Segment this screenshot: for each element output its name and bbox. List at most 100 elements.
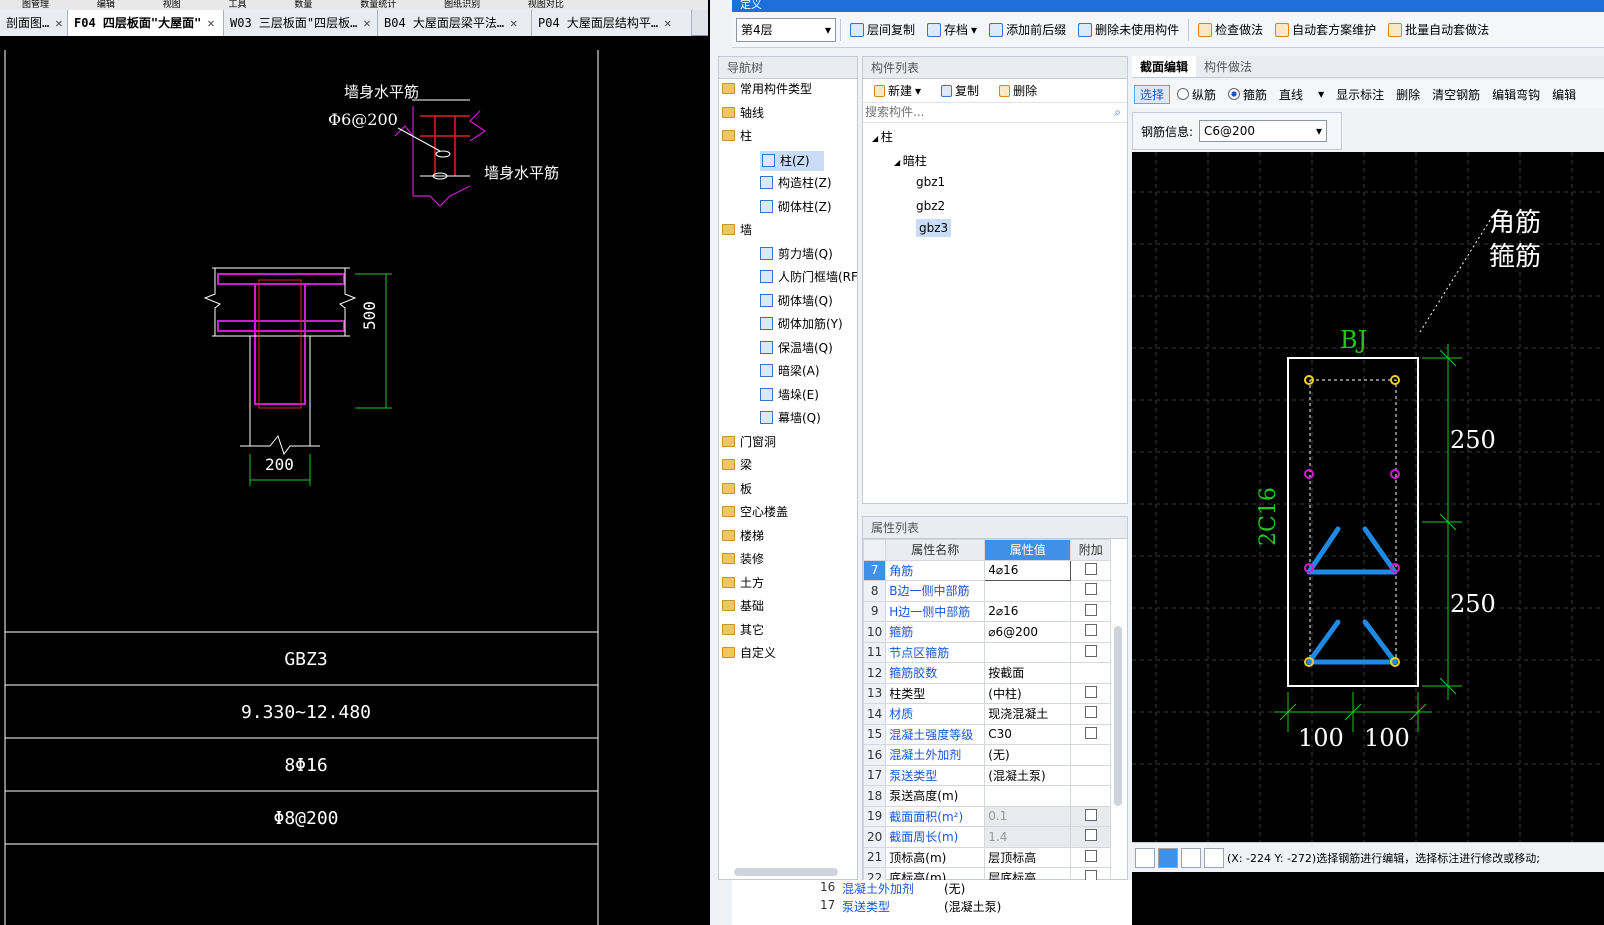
search-icon[interactable]: ⌕: [1114, 105, 1121, 120]
select-button[interactable]: 选择: [1134, 84, 1171, 104]
nav-item[interactable]: 保温墙(Q): [760, 339, 833, 356]
property-value[interactable]: ⌀6@200: [984, 621, 1072, 643]
expand-icon[interactable]: ◢: [872, 134, 881, 143]
property-value[interactable]: 2⌀16: [984, 600, 1072, 622]
auto-scheme-button[interactable]: 自动套方案维护: [1270, 18, 1381, 42]
nav-item[interactable]: 轴线: [722, 104, 764, 121]
component-tree-item[interactable]: ◢ 暗柱: [894, 152, 927, 169]
batch-auto-button[interactable]: 批量自动套做法: [1383, 18, 1494, 42]
nav-item[interactable]: 自定义: [722, 644, 776, 661]
floor-select[interactable]: 第4层 ▾: [736, 17, 836, 42]
nav-item[interactable]: 门窗洞: [722, 433, 776, 450]
delete-button[interactable]: 删除: [1391, 86, 1425, 103]
doc-tab[interactable]: P04 大屋面层结构平… ✕: [532, 10, 692, 36]
checkbox[interactable]: [1084, 624, 1097, 637]
component-tree-item[interactable]: gbz2: [916, 199, 945, 213]
close-icon[interactable]: ✕: [510, 11, 517, 35]
property-value[interactable]: 按截面: [984, 662, 1072, 684]
checkbox[interactable]: [1084, 849, 1097, 862]
stirrup-outline[interactable]: [1309, 379, 1397, 665]
checkbox[interactable]: [1084, 644, 1097, 657]
nav-item[interactable]: 幕墙(Q): [760, 409, 821, 426]
line-mode-select[interactable]: 直线 ▾: [1274, 86, 1329, 103]
new-component-button[interactable]: 新建 ▾: [869, 79, 926, 103]
checkbox[interactable]: [1084, 685, 1097, 698]
nav-item[interactable]: 构造柱(Z): [760, 174, 832, 191]
checkbox[interactable]: [1084, 583, 1097, 596]
copy-floor-button[interactable]: 层间复制: [845, 18, 920, 42]
close-icon[interactable]: ✕: [207, 11, 214, 35]
nav-item[interactable]: 柱: [722, 127, 752, 144]
doc-tab-active[interactable]: F04 四层板面"大屋面" ✕: [68, 10, 224, 36]
property-row[interactable]: 13 柱类型 (中柱): [862, 682, 1112, 704]
nav-item[interactable]: 柱(Z): [760, 150, 824, 171]
check-method-button[interactable]: 检查做法: [1193, 18, 1268, 42]
edit-hook-button[interactable]: 编辑弯钩: [1487, 86, 1545, 103]
nav-item[interactable]: 板: [722, 480, 752, 497]
property-row[interactable]: 19 截面面积(m²) 0.1: [862, 805, 1112, 827]
perpendicular-icon[interactable]: [1181, 847, 1201, 868]
nav-item[interactable]: 砌体墙(Q): [760, 292, 833, 309]
property-value[interactable]: (混凝土泵): [984, 764, 1072, 786]
dim-b2-label[interactable]: 100: [1364, 724, 1410, 752]
close-icon[interactable]: ✕: [664, 11, 671, 35]
property-value[interactable]: 1.4: [984, 826, 1072, 848]
property-value[interactable]: [984, 785, 1072, 807]
side-rebar-label[interactable]: 2C16: [1256, 487, 1281, 546]
edit-more-button[interactable]: 编辑: [1547, 86, 1581, 103]
checkbox[interactable]: [1084, 808, 1097, 821]
property-row[interactable]: 20 截面周长(m) 1.4: [862, 826, 1112, 848]
doc-tab[interactable]: B04 大屋面层梁平法… ✕: [378, 10, 532, 36]
property-scrollbar[interactable]: [1114, 626, 1122, 806]
checkbox[interactable]: [1084, 706, 1097, 719]
doc-tab[interactable]: 剖面图… ✕: [0, 10, 68, 36]
doc-tab[interactable]: W03 三层板面"四层板… ✕: [224, 10, 378, 36]
show-dim-button[interactable]: 显示标注: [1331, 86, 1389, 103]
menu-item[interactable]: 视图对比: [528, 0, 564, 10]
close-icon[interactable]: ✕: [363, 11, 370, 35]
property-row[interactable]: 8 B边一侧中部筋: [862, 580, 1112, 602]
nav-item[interactable]: 人防门框墙(RF: [760, 268, 858, 285]
clear-rebar-button[interactable]: 清空钢筋: [1427, 86, 1485, 103]
property-row[interactable]: 17 泵送类型 (混凝土泵): [862, 764, 1112, 786]
property-row[interactable]: 18 泵送高度(m): [862, 785, 1112, 807]
property-row[interactable]: 15 混凝土强度等级 C30: [862, 723, 1112, 745]
menu-item[interactable]: 图管理: [22, 0, 49, 10]
nav-scrollbar[interactable]: [734, 868, 838, 876]
property-row[interactable]: 9 H边一侧中部筋 2⌀16: [862, 600, 1112, 622]
menu-item[interactable]: 视图: [163, 0, 181, 10]
property-value[interactable]: 0.1: [984, 805, 1072, 827]
section-outline[interactable]: [1287, 357, 1419, 687]
rebar-info-select[interactable]: C6@200 ▾: [1199, 120, 1328, 142]
menu-item[interactable]: 编辑: [97, 0, 115, 10]
component-tree-item[interactable]: ◢ 柱: [872, 128, 893, 145]
nav-item[interactable]: 墙: [722, 221, 752, 238]
nav-item[interactable]: 梁: [722, 456, 752, 473]
menu-item[interactable]: 数量统计: [360, 0, 396, 10]
property-value[interactable]: [984, 641, 1072, 663]
section-bj-label[interactable]: BJ: [1340, 326, 1367, 354]
property-row[interactable]: 14 材质 现浇混凝土: [862, 703, 1112, 725]
component-tree-item[interactable]: gbz3: [916, 219, 952, 237]
checkbox[interactable]: [1084, 562, 1097, 575]
nav-item[interactable]: 墙垛(E): [760, 386, 819, 403]
nav-item[interactable]: 装修: [722, 550, 764, 567]
menu-item[interactable]: 数量: [294, 0, 312, 10]
search-input[interactable]: [863, 103, 1103, 121]
add-prefix-button[interactable]: 添加前后缀: [984, 18, 1071, 42]
property-value[interactable]: (中柱): [984, 682, 1072, 704]
nav-item[interactable]: 空心楼盖: [722, 503, 788, 520]
nav-item[interactable]: 砌体柱(Z): [760, 198, 832, 215]
ortho-icon[interactable]: [1135, 847, 1155, 868]
menu-item[interactable]: 图纸识别: [444, 0, 480, 10]
property-value[interactable]: [984, 580, 1072, 602]
longitudinal-radio[interactable]: 纵筋: [1172, 86, 1221, 103]
nav-item[interactable]: 剪力墙(Q): [760, 245, 833, 262]
property-value[interactable]: 层顶标高: [984, 846, 1072, 868]
side-rebar[interactable]: [1390, 469, 1400, 479]
menu-item[interactable]: 工具: [229, 0, 247, 10]
tab-component-method[interactable]: 构件做法: [1196, 56, 1260, 77]
nav-item[interactable]: 其它: [722, 621, 764, 638]
copy-component-button[interactable]: 复制: [936, 79, 984, 103]
save-button[interactable]: 存档 ▾: [922, 18, 982, 42]
